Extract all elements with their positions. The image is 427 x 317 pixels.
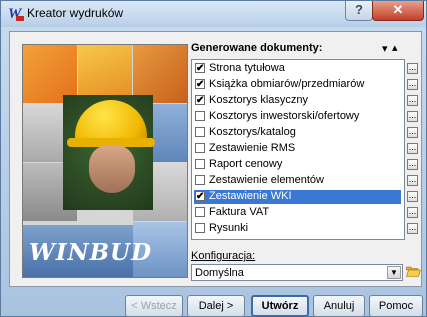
options-button-rysunki[interactable]: ... xyxy=(407,223,418,234)
title-bar: W Kreator wydruków ? ✕ xyxy=(1,1,426,27)
dropdown-arrow-icon[interactable]: ▼ xyxy=(387,266,401,279)
options-button-strona-tytulowa[interactable]: ... xyxy=(407,63,418,74)
list-item-label: Zestawienie elementów xyxy=(209,174,324,186)
list-item-rysunki[interactable]: Rysunki xyxy=(194,222,401,236)
back-button[interactable]: < Wstecz xyxy=(125,295,183,317)
list-item-label: Kosztorys/katalog xyxy=(209,126,296,138)
checkbox-kosztorys-katalog[interactable] xyxy=(195,127,205,137)
list-item-raport-cenowy[interactable]: Raport cenowy xyxy=(194,158,401,172)
options-button-ksiazka-obmiarow[interactable]: ... xyxy=(407,79,418,90)
checkbox-rysunki[interactable] xyxy=(195,223,205,233)
list-item-label: Zestawienie WKI xyxy=(209,190,292,202)
list-item-label: Rysunki xyxy=(209,222,249,234)
help-button[interactable]: Pomoc xyxy=(369,295,423,317)
list-item-label: Faktura VAT xyxy=(209,206,270,218)
options-button-raport-cenowy[interactable]: ... xyxy=(407,159,418,170)
checkbox-zestawienie-elementow[interactable] xyxy=(195,175,205,185)
list-item-label: Raport cenowy xyxy=(209,158,283,170)
options-button-kosztorys-katalog[interactable]: ... xyxy=(407,127,418,138)
list-item-zestawienie-elementow[interactable]: Zestawienie elementów xyxy=(194,174,401,188)
configuration-dropdown[interactable]: Domyślna ▼ xyxy=(191,264,403,281)
list-item-kosztorys-katalog[interactable]: Kosztorys/katalog xyxy=(194,126,401,140)
options-button-zestawienie-elementow[interactable]: ... xyxy=(407,175,418,186)
checkbox-faktura-vat[interactable] xyxy=(195,207,205,217)
list-item-zestawienie-wki[interactable]: ✔ Zestawienie WKI xyxy=(194,190,401,204)
cancel-button[interactable]: Anuluj xyxy=(313,295,365,317)
wizard-content: WINBUD Generowane dokumenty: ▾ ▴ ✔ Stron… xyxy=(9,31,422,287)
checkbox-raport-cenowy[interactable] xyxy=(195,159,205,169)
options-button-kosztorys-klasyczny[interactable]: ... xyxy=(407,95,418,106)
options-button-zestawienie-rms[interactable]: ... xyxy=(407,143,418,154)
configuration-value: Domyślna xyxy=(195,267,244,279)
list-item-label: Kosztorys klasyczny xyxy=(209,94,309,106)
options-button-kosztorys-inwestorski[interactable]: ... xyxy=(407,111,418,122)
help-title-button[interactable]: ? xyxy=(345,1,373,21)
list-item-zestawienie-rms[interactable]: Zestawienie RMS xyxy=(194,142,401,156)
configuration-label: Konfiguracja: xyxy=(191,250,256,262)
list-item-kosztorys-inwestorski[interactable]: Kosztorys inwestorski/ofertowy xyxy=(194,110,401,124)
close-button[interactable]: ✕ xyxy=(372,1,424,21)
list-item-strona-tytulowa[interactable]: ✔ Strona tytułowa xyxy=(194,62,401,76)
window-title: Kreator wydruków xyxy=(27,6,124,20)
checkbox-strona-tytulowa[interactable]: ✔ xyxy=(195,63,205,74)
open-folder-icon[interactable] xyxy=(406,265,421,277)
list-item-label: Kosztorys inwestorski/ofertowy xyxy=(209,110,360,122)
list-item-label: Strona tytułowa xyxy=(209,62,285,74)
list-item-label: Zestawienie RMS xyxy=(209,142,296,154)
list-item-kosztorys-klasyczny[interactable]: ✔ Kosztorys klasyczny xyxy=(194,94,401,108)
list-item-label: Książka obmiarów/przedmiarów xyxy=(209,78,365,90)
wizard-window: W Kreator wydruków ? ✕ WINBUD Generowane… xyxy=(0,0,427,317)
winbud-app-icon: W xyxy=(8,7,24,22)
move-down-icon[interactable]: ▾ xyxy=(382,42,388,55)
list-item-faktura-vat[interactable]: Faktura VAT xyxy=(194,206,401,220)
checkbox-zestawienie-rms[interactable] xyxy=(195,143,205,153)
winbud-logo: WINBUD xyxy=(29,239,153,266)
next-button[interactable]: Dalej > xyxy=(187,295,245,317)
documents-heading: Generowane dokumenty: xyxy=(191,42,323,54)
checkbox-zestawienie-wki[interactable]: ✔ xyxy=(195,191,205,202)
options-button-zestawienie-wki[interactable]: ... xyxy=(407,191,418,202)
options-button-faktura-vat[interactable]: ... xyxy=(407,207,418,218)
checkbox-kosztorys-klasyczny[interactable]: ✔ xyxy=(195,95,205,106)
checkbox-ksiazka-obmiarow[interactable]: ✔ xyxy=(195,79,205,90)
move-up-icon[interactable]: ▴ xyxy=(392,41,398,54)
documents-list[interactable]: ✔ Strona tytułowa ✔ Książka obmiarów/prz… xyxy=(191,59,405,240)
create-button[interactable]: Utwórz xyxy=(251,295,309,317)
list-item-ksiazka-obmiarow[interactable]: ✔ Książka obmiarów/przedmiarów xyxy=(194,78,401,92)
checkbox-kosztorys-inwestorski[interactable] xyxy=(195,111,205,121)
winbud-banner-image: WINBUD xyxy=(22,44,188,278)
worker-face xyxy=(89,145,135,193)
